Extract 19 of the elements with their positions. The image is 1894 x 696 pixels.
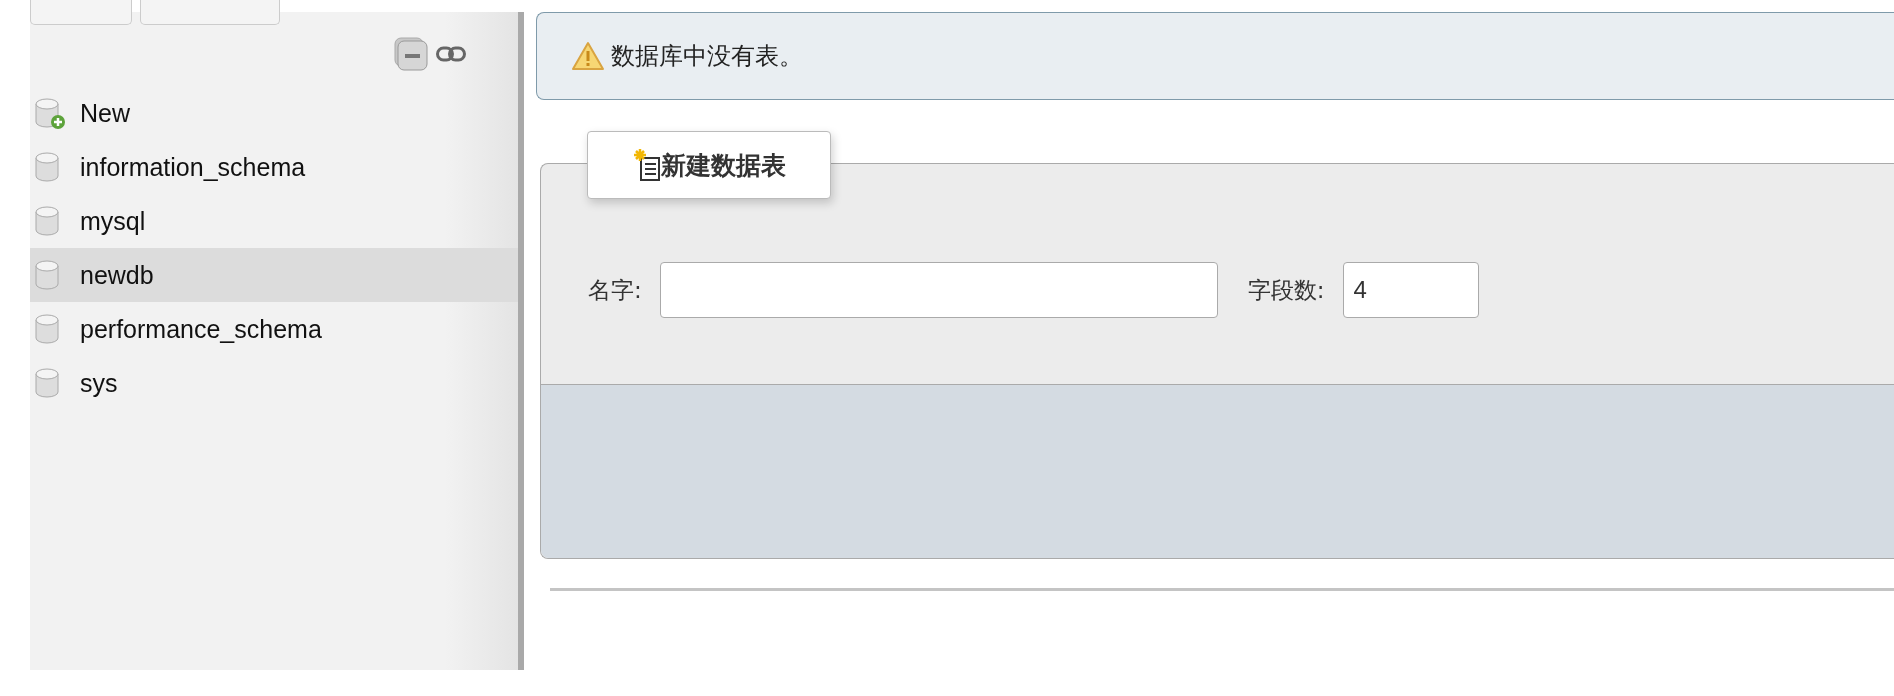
tab-button[interactable] [30, 0, 132, 25]
new-table-icon [632, 148, 661, 182]
database-item[interactable]: New [30, 86, 518, 140]
collapse-icon[interactable] [394, 37, 428, 71]
warning-icon [571, 41, 605, 71]
database-item[interactable]: sys [30, 356, 518, 410]
database-item[interactable]: performance_schema [30, 302, 518, 356]
notice-text: 数据库中没有表。 [611, 41, 803, 72]
count-field[interactable]: 4 [1342, 262, 1479, 318]
field-label: 名字: [588, 275, 642, 305]
name-field[interactable] [659, 262, 1218, 318]
database-item[interactable]: newdb [30, 248, 518, 302]
database-item[interactable]: information_schema [30, 140, 518, 194]
link-icon[interactable] [436, 46, 466, 62]
create-table-legend: 新建数据表 [587, 131, 831, 199]
database-item[interactable]: mysql [30, 194, 518, 248]
tab-button[interactable] [140, 0, 280, 25]
database-plus-icon [34, 96, 66, 130]
field-label: 字段数: [1247, 275, 1325, 305]
